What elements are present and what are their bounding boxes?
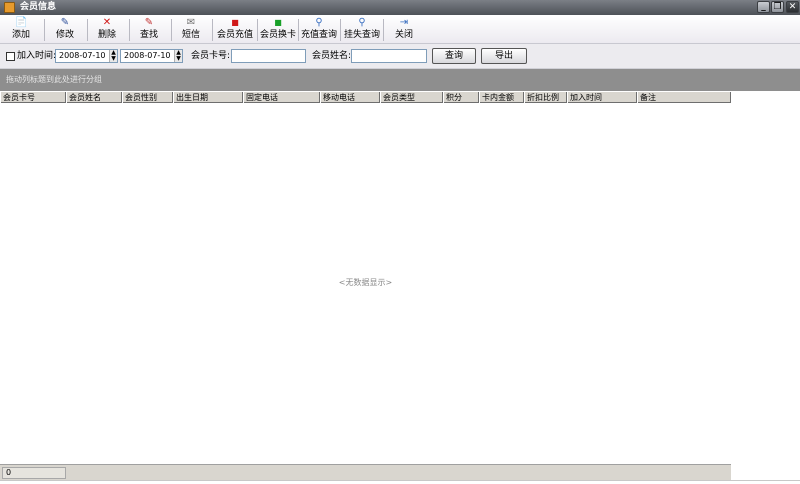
- toolbar-separator: [383, 19, 384, 41]
- member-name-input[interactable]: [351, 49, 427, 63]
- column-header-points[interactable]: 积分: [443, 92, 479, 103]
- magnifier-icon: ⚲: [358, 17, 366, 28]
- sms-label: 短信: [181, 30, 200, 40]
- find-button[interactable]: ✎ 查找: [134, 17, 164, 42]
- date-from-picker[interactable]: 2008-07-10 ▲ ▼: [55, 49, 118, 63]
- column-header-balance[interactable]: 卡内金额: [479, 92, 524, 103]
- new-document-icon: 📄: [15, 17, 28, 28]
- filter-bar: 加入时间: 2008-07-10 ▲ ▼ 2008-07-10 ▲ ▼ 会员卡号: …: [0, 44, 800, 69]
- sms-button[interactable]: ✉ 短信: [176, 17, 206, 42]
- change-card-green-icon: ■: [274, 18, 282, 27]
- exit-door-icon: ⇥: [399, 17, 409, 28]
- export-button[interactable]: 导出: [481, 48, 527, 64]
- toolbar-separator: [340, 19, 341, 41]
- column-header-card-no[interactable]: 会员卡号: [0, 92, 66, 103]
- recharge-query-label: 充值查询: [300, 30, 337, 40]
- column-header-member-type[interactable]: 会员类型: [380, 92, 443, 103]
- minimize-button[interactable]: _: [757, 1, 770, 13]
- grid-footer: 0: [0, 464, 731, 480]
- column-header-remarks[interactable]: 备注: [637, 92, 731, 103]
- window-bottom-border: [0, 480, 800, 484]
- grid-right-blank-area: [731, 91, 800, 464]
- date-spin-icon[interactable]: ▲ ▼: [109, 50, 117, 62]
- recharge-red-card-icon: ■: [231, 18, 239, 27]
- card-no-label: 会员卡号:: [191, 51, 231, 61]
- delete-x-icon: ✕: [102, 17, 112, 28]
- member-name-label: 会员姓名:: [312, 51, 352, 61]
- member-change-card-label: 会员换卡: [259, 30, 296, 40]
- toolbar-separator: [212, 19, 213, 41]
- toolbar-separator: [87, 19, 88, 41]
- column-header-gender[interactable]: 会员性别: [122, 92, 173, 103]
- recharge-query-button[interactable]: ⚲ 充值查询: [299, 17, 339, 42]
- query-button[interactable]: 查询: [432, 48, 476, 64]
- column-header-birthdate[interactable]: 出生日期: [173, 92, 243, 103]
- date-from-value: 2008-07-10: [59, 51, 106, 60]
- record-count: 0: [2, 467, 66, 479]
- delete-button[interactable]: ✕ 删除: [92, 17, 122, 42]
- member-change-card-button[interactable]: ■ 会员换卡: [258, 17, 298, 42]
- find-label: 查找: [139, 30, 158, 40]
- date-to-picker[interactable]: 2008-07-10 ▲ ▼: [120, 49, 183, 63]
- close-label: 关闭: [394, 30, 413, 40]
- group-by-panel[interactable]: 拖动列标题到此处进行分组: [0, 69, 800, 91]
- delete-label: 删除: [97, 30, 116, 40]
- toolbar: 📄 添加 ✎ 修改 ✕ 删除 ✎ 查找 ✉ 短信 ■ 会员充值 ■ 会员换卡 ⚲…: [0, 15, 800, 44]
- join-time-label: 加入时间:: [17, 51, 57, 61]
- home-icon: [4, 2, 15, 13]
- edit-pen-icon: ✎: [60, 17, 70, 28]
- column-header-join-time[interactable]: 加入时间: [567, 92, 637, 103]
- loss-report-query-button[interactable]: ⚲ 挂失查询: [342, 17, 382, 42]
- window-title: 会员信息: [20, 2, 57, 12]
- restore-button[interactable]: ❐: [771, 1, 784, 13]
- add-label: 添加: [11, 30, 30, 40]
- member-info-window: 会员信息 _ ❐ ✕ 📄 添加 ✎ 修改 ✕ 删除 ✎ 查找 ✉ 短信 ■ 会员…: [0, 0, 800, 484]
- group-by-hint: 拖动列标题到此处进行分组: [6, 75, 102, 84]
- toolbar-separator: [129, 19, 130, 41]
- close-button[interactable]: ⇥ 关闭: [390, 17, 418, 42]
- grid-body[interactable]: <无数据显示>: [0, 103, 731, 464]
- column-header-name[interactable]: 会员姓名: [66, 92, 122, 103]
- close-window-button[interactable]: ✕: [786, 1, 799, 13]
- date-to-value: 2008-07-10: [124, 51, 171, 60]
- find-marker-icon: ✎: [144, 17, 154, 28]
- magnifier-icon: ⚲: [315, 17, 323, 28]
- toolbar-separator: [171, 19, 172, 41]
- no-data-message: <无数据显示>: [338, 278, 393, 287]
- column-header-landline[interactable]: 固定电话: [243, 92, 320, 103]
- join-time-checkbox[interactable]: [6, 52, 15, 61]
- toolbar-separator: [44, 19, 45, 41]
- column-header-mobile[interactable]: 移动电话: [320, 92, 380, 103]
- sms-envelope-icon: ✉: [186, 17, 196, 28]
- edit-label: 修改: [55, 30, 74, 40]
- column-header-discount[interactable]: 折扣比例: [524, 92, 567, 103]
- loss-report-query-label: 挂失查询: [343, 30, 380, 40]
- edit-button[interactable]: ✎ 修改: [50, 17, 80, 42]
- member-recharge-button[interactable]: ■ 会员充值: [214, 17, 256, 42]
- card-no-input[interactable]: [231, 49, 306, 63]
- add-button[interactable]: 📄 添加: [6, 17, 36, 42]
- member-recharge-label: 会员充值: [216, 30, 253, 40]
- grid-header: 会员卡号 会员姓名 会员性别 出生日期 固定电话 移动电话 会员类型 积分 卡内…: [0, 91, 731, 103]
- title-bar: 会员信息 _ ❐ ✕: [0, 0, 800, 15]
- date-spin-icon[interactable]: ▲ ▼: [174, 50, 182, 62]
